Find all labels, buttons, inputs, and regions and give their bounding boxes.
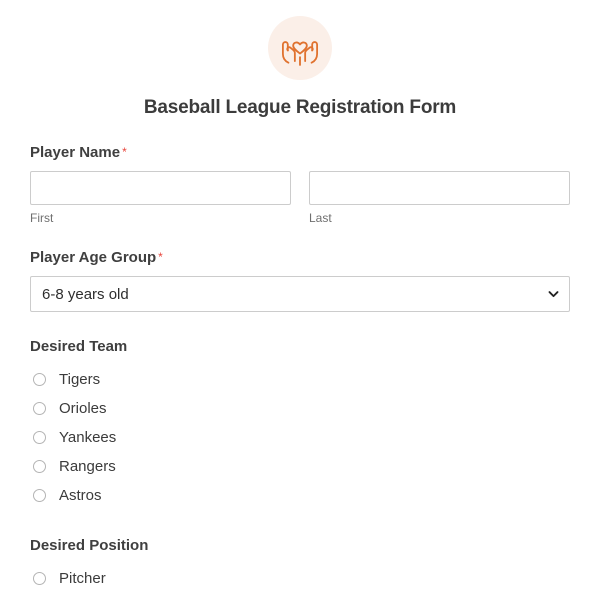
player-name-label: Player Name * (30, 144, 570, 162)
radio-circle-icon[interactable] (33, 431, 46, 445)
last-name-sublabel: Last (309, 210, 332, 225)
page-title: Baseball League Registration Form (143, 97, 457, 118)
last-name-input[interactable] (309, 170, 570, 205)
first-name-col: First (30, 170, 291, 225)
first-name-input[interactable] (30, 170, 291, 205)
radio-circle-icon[interactable] (33, 489, 46, 503)
radio-option-astros[interactable]: Astros (30, 481, 570, 510)
radio-label: Orioles (59, 399, 107, 417)
player-name-label-text: Player Name (30, 143, 121, 161)
age-group-select-wrap: 6-8 years old (30, 276, 570, 313)
field-player-name: Player Name * First Last (30, 144, 570, 225)
radio-option-yankees[interactable]: Yankees (30, 423, 570, 452)
radio-label: Pitcher (59, 569, 106, 587)
radio-circle-icon[interactable] (33, 402, 46, 416)
registration-form-page: Baseball League Registration Form Player… (0, 0, 600, 600)
age-group-select[interactable]: 6-8 years old (30, 276, 570, 313)
radio-label: Yankees (59, 428, 117, 446)
radio-circle-icon[interactable] (33, 572, 46, 586)
radio-option-tigers[interactable]: Tigers (30, 365, 570, 394)
radio-label: Astros (59, 486, 102, 504)
form-header: Baseball League Registration Form (30, 0, 570, 120)
radio-circle-icon[interactable] (33, 460, 46, 474)
age-group-label: Player Age Group * (30, 249, 570, 267)
required-asterisk: * (158, 250, 163, 265)
radio-option-rangers[interactable]: Rangers (30, 452, 570, 481)
required-asterisk: * (122, 144, 127, 159)
radio-option-catcher[interactable]: Catcher (30, 593, 570, 600)
age-group-selected-value: 6-8 years old (42, 285, 129, 303)
last-name-col: Last (309, 170, 570, 225)
radio-option-orioles[interactable]: Orioles (30, 394, 570, 423)
field-player-age-group: Player Age Group * 6-8 years old (30, 249, 570, 313)
age-group-label-text: Player Age Group (30, 249, 157, 267)
first-name-sublabel: First (30, 210, 54, 225)
radio-label: Rangers (59, 457, 116, 475)
field-desired-position: Desired Position Pitcher Catcher Outfiel… (30, 537, 570, 600)
radio-option-pitcher[interactable]: Pitcher (30, 564, 570, 593)
desired-team-radio-group: Tigers Orioles Yankees Rangers Astros (30, 365, 570, 510)
desired-team-label: Desired Team (30, 338, 128, 356)
player-name-row: First Last (30, 170, 570, 225)
field-desired-team: Desired Team Tigers Orioles Yankees Rang… (30, 338, 570, 510)
desired-position-radio-group: Pitcher Catcher Outfield (30, 564, 570, 600)
radio-label: Tigers (59, 370, 101, 388)
radio-circle-icon[interactable] (33, 373, 46, 387)
desired-position-label: Desired Position (30, 537, 149, 555)
hands-holding-heart-icon (268, 16, 332, 80)
